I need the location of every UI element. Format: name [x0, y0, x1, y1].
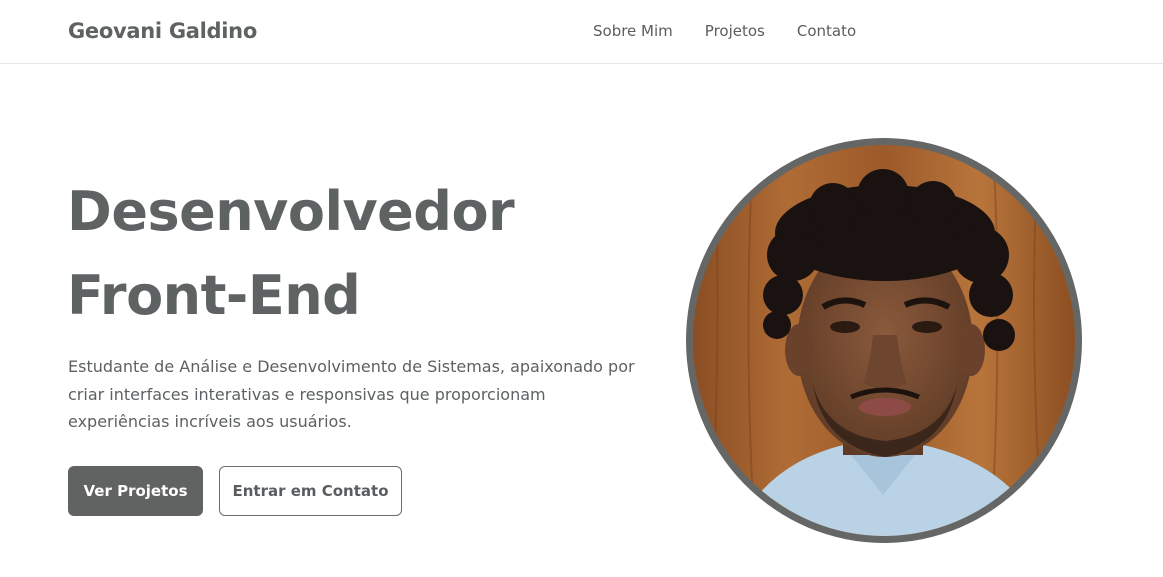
hero-title-line-2: Front-End [67, 264, 361, 327]
contact-button[interactable]: Entrar em Contato [219, 466, 402, 516]
site-logo[interactable]: Geovani Galdino [68, 19, 257, 43]
site-header: Geovani Galdino Sobre Mim Projetos Conta… [0, 0, 1163, 64]
hero-description: Estudante de Análise e Desenvolvimento d… [68, 357, 635, 431]
nav-link-projetos[interactable]: Projetos [705, 22, 765, 40]
nav-link-contato[interactable]: Contato [797, 22, 856, 40]
nav-link-sobre-mim[interactable]: Sobre Mim [593, 22, 673, 40]
profile-photo [693, 145, 1075, 536]
view-projects-button[interactable]: Ver Projetos [68, 466, 203, 516]
profile-photo-frame [686, 138, 1082, 543]
hero-title: Desenvolvedor Front-End [67, 170, 515, 338]
main-nav: Sobre Mim Projetos Contato [593, 22, 888, 40]
hero-title-line-1: Desenvolvedor [67, 180, 515, 243]
profile-photo-illustration [693, 145, 1075, 536]
